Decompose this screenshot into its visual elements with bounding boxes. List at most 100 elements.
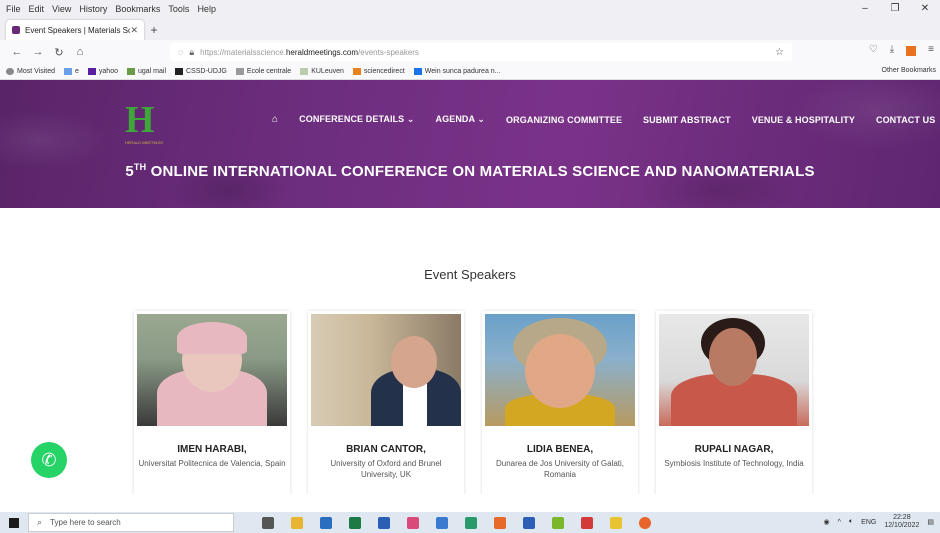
menu-bar: File Edit View History Bookmarks Tools H…	[0, 0, 940, 18]
nav-contact-us[interactable]: CONTACT US	[876, 115, 935, 125]
mail-icon	[126, 68, 135, 75]
paint-icon[interactable]	[407, 516, 419, 529]
whatsapp-icon[interactable]: ✆	[31, 442, 67, 478]
speaker-photo	[311, 314, 461, 426]
app-icon[interactable]	[465, 516, 477, 529]
speaker-affiliation: Symbiosis Institute of Technology, India	[664, 459, 804, 468]
close-tab-icon[interactable]: ✕	[130, 25, 138, 36]
bookmark-most-visited[interactable]: Most Visited	[6, 68, 55, 75]
shield-icon[interactable]: ◌	[178, 47, 183, 57]
download-icon[interactable]: ⤓	[890, 44, 894, 56]
bookmark-wein[interactable]: Wein sunca padurea n...	[413, 68, 501, 75]
url-host: heraldmeetings.com	[285, 47, 359, 57]
pocket-icon[interactable]: ♡	[869, 44, 878, 56]
forward-icon[interactable]: →	[29, 46, 47, 58]
app-icon[interactable]	[436, 516, 448, 529]
firefox-icon[interactable]	[639, 516, 651, 529]
nav-organizing-committee[interactable]: ORGANIZING COMMITTEE	[506, 115, 622, 125]
address-bar[interactable]: ◌ 🔒︎ https://materialsscience. heraldmeet…	[170, 43, 792, 61]
bookmark-ugal-mail[interactable]: ugal mail	[126, 68, 166, 75]
arrow-icon	[235, 68, 244, 75]
restore-button[interactable]: ❐	[880, 0, 910, 18]
bookmark-e[interactable]: e	[64, 68, 79, 75]
site-header: H HERALD MEETINGS ⌂ CONFERENCE DETAILS ⌄…	[0, 80, 940, 208]
home-nav-icon[interactable]: ⌂	[272, 114, 278, 125]
favicon-icon	[12, 26, 20, 34]
speaker-card[interactable]: IMEN HARABI, Universitat Politecnica de …	[134, 311, 290, 494]
back-icon[interactable]: ←	[8, 46, 26, 58]
speaker-card[interactable]: LIDIA BENEA, Dunarea de Jos University o…	[482, 311, 638, 494]
speaker-card[interactable]: RUPALI NAGAR, Symbiosis Institute of Tec…	[656, 311, 812, 494]
menu-help[interactable]: Help	[197, 4, 216, 14]
extension-icon[interactable]	[906, 46, 917, 56]
menu-file[interactable]: File	[6, 4, 21, 14]
bookmark-kuleuven[interactable]: KULeuven	[300, 68, 344, 75]
bookmark-icon	[300, 68, 309, 75]
home-icon[interactable]: ⌂	[71, 46, 89, 58]
menu-edit[interactable]: Edit	[29, 4, 45, 14]
url-prefix: https://materialsscience.	[200, 47, 286, 57]
app-icon[interactable]	[320, 516, 332, 529]
speaker-list: IMEN HARABI, Universitat Politecnica de …	[134, 311, 830, 494]
speaker-name: RUPALI NAGAR,	[694, 444, 774, 455]
speaker-card[interactable]: BRIAN CANTOR, University of Oxford and B…	[308, 311, 464, 494]
bookmark-icon	[64, 68, 72, 75]
help-icon[interactable]: ◉	[824, 518, 830, 526]
tab-title: Event Speakers | Materials Scien	[25, 25, 131, 35]
system-tray: ◉ ^ 🔈︎ ENG 22:28 12/10/2022 ▤	[816, 514, 934, 530]
minimize-button[interactable]: –	[850, 0, 880, 18]
app-icon[interactable]	[581, 516, 593, 529]
start-button[interactable]	[0, 517, 28, 528]
speaker-photo	[485, 314, 635, 426]
reload-icon[interactable]: ↻	[50, 46, 68, 59]
yahoo-icon	[87, 68, 96, 75]
nav-agenda[interactable]: AGENDA ⌄	[436, 114, 486, 125]
speaker-icon[interactable]: 🔈︎	[849, 518, 853, 526]
file-explorer-icon[interactable]	[291, 516, 303, 529]
other-bookmarks[interactable]: Other Bookmarks	[882, 67, 936, 74]
speaker-affiliation: University of Oxford and Brunel Universi…	[330, 459, 442, 479]
bookmark-ecole[interactable]: Ecole centrale	[235, 68, 291, 75]
app-icon[interactable]	[552, 516, 564, 529]
lock-icon[interactable]: 🔒︎	[189, 47, 194, 58]
speaker-affiliation: Universitat Politecnica de Valencia, Spa…	[138, 459, 286, 468]
speaker-photo	[137, 314, 287, 426]
bookmarks-bar: Most Visited e yahoo ugal mail CSSD-UDJG…	[0, 64, 940, 80]
new-tab-button[interactable]: +	[144, 20, 164, 40]
clock[interactable]: 22:28 12/10/2022	[884, 514, 919, 530]
bookmark-cssd[interactable]: CSSD-UDJG	[175, 68, 227, 75]
logo-mark: H	[125, 99, 155, 141]
menu-bookmarks[interactable]: Bookmarks	[115, 4, 160, 14]
bookmark-yahoo[interactable]: yahoo	[87, 68, 118, 75]
sciencedirect-icon	[352, 68, 361, 75]
menu-view[interactable]: View	[52, 4, 71, 14]
site-nav: ⌂ CONFERENCE DETAILS ⌄ AGENDA ⌄ ORGANIZI…	[272, 114, 940, 125]
bookmark-star-icon[interactable]: ☆	[775, 47, 784, 58]
menu-tools[interactable]: Tools	[168, 4, 189, 14]
menu-history[interactable]: History	[79, 4, 107, 14]
toolbar-right: ♡ ⤓ ≡	[857, 44, 934, 56]
app-icon[interactable]	[494, 516, 506, 529]
close-window-button[interactable]: ✕	[910, 0, 940, 18]
chevron-up-icon[interactable]: ^	[838, 519, 841, 526]
word-icon[interactable]	[378, 516, 390, 529]
task-view-icon[interactable]	[262, 516, 274, 529]
bookmark-icon	[175, 68, 183, 75]
tab-event-speakers[interactable]: Event Speakers | Materials Scien ✕	[6, 20, 144, 40]
app-icon[interactable]	[610, 516, 622, 529]
nav-conference-details[interactable]: CONFERENCE DETAILS ⌄	[299, 114, 414, 125]
site-logo[interactable]: H HERALD MEETINGS	[123, 97, 165, 149]
app-menu-icon[interactable]: ≡	[928, 44, 934, 56]
speaker-name: LIDIA BENEA,	[526, 444, 594, 455]
word-icon[interactable]	[523, 516, 535, 529]
speaker-name: IMEN HARABI,	[177, 444, 247, 455]
nav-submit-abstract[interactable]: SUBMIT ABSTRACT	[643, 115, 731, 125]
nav-venue-hospitality[interactable]: VENUE & HOSPITALITY	[752, 115, 855, 125]
language-indicator[interactable]: ENG	[861, 519, 876, 526]
notification-icon[interactable]: ▤	[927, 518, 934, 526]
taskbar-search[interactable]: ⌕ Type here to search	[28, 513, 234, 532]
excel-icon[interactable]	[349, 516, 361, 529]
search-placeholder: Type here to search	[50, 518, 121, 527]
window-controls: – ❐ ✕	[850, 0, 940, 18]
bookmark-sciencedirect[interactable]: sciencedirect	[352, 68, 405, 75]
